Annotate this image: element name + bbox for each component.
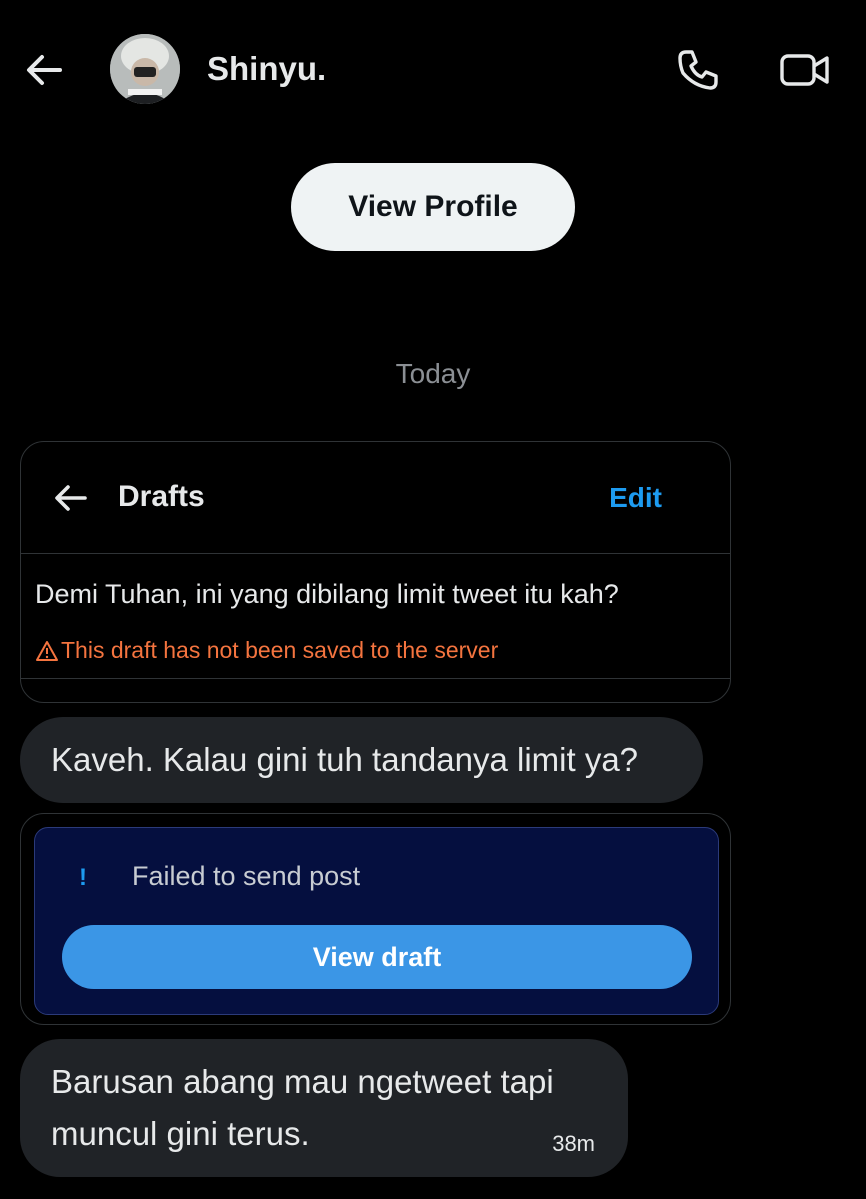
failed-post-text: Failed to send post <box>132 861 361 891</box>
drafts-title: Drafts <box>118 480 205 513</box>
failed-post-image-card[interactable]: ! Failed to send post View draft <box>20 813 731 1025</box>
dm-conversation-screen: Shinyu. View Profile Today Drafts Edit D… <box>0 0 866 1199</box>
arrow-left-icon <box>27 55 62 85</box>
alert-icon: ! <box>79 864 87 891</box>
failed-post-banner: ! Failed to send post View draft <box>34 827 719 1015</box>
drafts-image-card[interactable]: Drafts Edit Demi Tuhan, ini yang dibilan… <box>20 441 731 703</box>
draft-warning: This draft has not been saved to the ser… <box>35 637 498 664</box>
date-separator: Today <box>395 358 471 389</box>
video-camera-icon <box>780 54 829 86</box>
avatar-photo <box>110 34 180 104</box>
message-bubble[interactable]: Kaveh. Kalau gini tuh tandanya limit ya? <box>20 717 703 803</box>
drafts-header: Drafts Edit <box>21 442 730 554</box>
message-timestamp: 38m <box>552 1131 595 1156</box>
draft-warning-text: This draft has not been saved to the ser… <box>61 637 499 663</box>
avatar[interactable] <box>110 34 180 104</box>
draft-text: Demi Tuhan, ini yang dibilang limit twee… <box>35 579 619 609</box>
video-call-button[interactable] <box>778 48 832 92</box>
message-text-line-2: muncul gini terus. <box>51 1115 310 1152</box>
call-button[interactable] <box>674 46 722 94</box>
view-draft-button: View draft <box>62 925 692 989</box>
message-text: Kaveh. Kalau gini tuh tandanya limit ya? <box>51 741 639 778</box>
message-text-line-1: Barusan abang mau ngetweet tapi <box>51 1063 554 1100</box>
contact-name[interactable]: Shinyu. <box>207 50 326 88</box>
view-profile-button[interactable]: View Profile <box>291 163 575 251</box>
back-button[interactable] <box>22 48 66 92</box>
drafts-back-icon <box>51 478 91 518</box>
drafts-edit-label: Edit <box>609 482 662 513</box>
divider <box>21 678 730 679</box>
message-bubble[interactable]: Barusan abang mau ngetweet tapi muncul g… <box>20 1039 628 1177</box>
warning-triangle-icon <box>36 640 58 661</box>
phone-icon <box>678 50 718 90</box>
